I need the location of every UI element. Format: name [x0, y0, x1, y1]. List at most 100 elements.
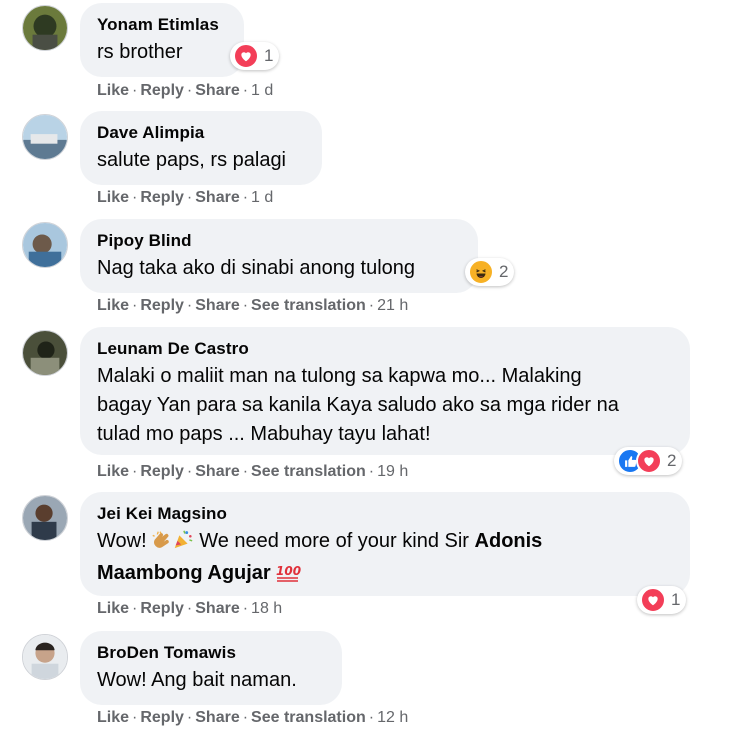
- share-link[interactable]: Share: [195, 600, 239, 617]
- like-link[interactable]: Like: [97, 189, 129, 206]
- like-link[interactable]: Like: [97, 709, 129, 726]
- comment-author[interactable]: Jei Kei Magsino: [97, 504, 672, 524]
- comment-actions: Like · Reply · Share · See translation · 21 h: [97, 297, 408, 315]
- separator: ·: [132, 189, 138, 206]
- avatar[interactable]: [22, 114, 68, 160]
- comment-bubble: Yonam Etimlas rs brother: [80, 3, 244, 77]
- reply-link[interactable]: Reply: [140, 82, 184, 99]
- reply-link[interactable]: Reply: [140, 709, 184, 726]
- reply-link[interactable]: Reply: [140, 463, 184, 480]
- heart-reaction-icon: [636, 448, 662, 474]
- comment-text: salute paps, rs palagi: [97, 149, 287, 171]
- comment-author[interactable]: Pipoy Blind: [97, 231, 460, 251]
- separator: ·: [242, 297, 249, 314]
- separator: ·: [132, 600, 138, 617]
- comment-actions: Like · Reply · Share · 1 d: [97, 189, 273, 207]
- user-mention[interactable]: Adonis: [475, 530, 543, 552]
- reaction-count: 2: [667, 451, 677, 470]
- svg-text:100: 100: [276, 564, 301, 578]
- comment-text: rs brother: [97, 41, 183, 63]
- avatar-image: [23, 635, 67, 679]
- separator: ·: [132, 463, 138, 480]
- comment-text: Nag taka ako di sinabi anong tulong: [97, 257, 416, 279]
- reply-link[interactable]: Reply: [140, 189, 184, 206]
- separator: ·: [368, 463, 375, 480]
- reply-link[interactable]: Reply: [140, 600, 184, 617]
- separator: ·: [132, 297, 138, 314]
- comment-author[interactable]: BroDen Tomawis: [97, 643, 324, 663]
- reactions-summary[interactable]: 1: [637, 586, 687, 614]
- avatar[interactable]: [22, 222, 68, 268]
- reactions-summary[interactable]: 2: [614, 447, 683, 475]
- see-translation-link[interactable]: See translation: [251, 709, 366, 726]
- comment-text-middle: We need more of your kind Sir: [199, 530, 469, 552]
- heart-reaction-icon: [233, 43, 259, 69]
- clapping-hands-icon: [150, 528, 172, 559]
- separator: ·: [186, 600, 193, 617]
- like-link[interactable]: Like: [97, 463, 129, 480]
- reply-link[interactable]: Reply: [140, 297, 184, 314]
- like-link[interactable]: Like: [97, 82, 129, 99]
- avatar[interactable]: [22, 330, 68, 376]
- like-link[interactable]: Like: [97, 297, 129, 314]
- see-translation-link[interactable]: See translation: [251, 463, 366, 480]
- share-link[interactable]: Share: [195, 82, 239, 99]
- separator: ·: [186, 463, 193, 480]
- hundred-points-icon: 100: [275, 562, 301, 591]
- reactions-summary[interactable]: 2: [465, 258, 515, 286]
- separator: ·: [186, 297, 193, 314]
- separator: ·: [242, 82, 249, 99]
- share-link[interactable]: Share: [195, 189, 239, 206]
- comment-text-line-3: tulad mo paps ... Mabuhay tayu lahat!: [97, 423, 431, 445]
- party-popper-icon: [172, 528, 194, 559]
- comment-bubble: Dave Alimpia salute paps, rs palagi: [80, 111, 322, 185]
- separator: ·: [186, 709, 193, 726]
- timestamp[interactable]: 12 h: [377, 709, 408, 726]
- heart-reaction-icon: [640, 587, 666, 613]
- timestamp[interactable]: 1 d: [251, 82, 273, 99]
- separator: ·: [368, 297, 375, 314]
- haha-reaction-icon: [468, 259, 494, 285]
- comment-text-line-1: Wow! We need more of your kind Sir Adoni…: [97, 527, 672, 559]
- separator: ·: [242, 463, 249, 480]
- timestamp[interactable]: 21 h: [377, 297, 408, 314]
- avatar-image: [23, 223, 67, 267]
- separator: ·: [132, 82, 138, 99]
- comment-actions: Like · Reply · Share · 18 h: [97, 600, 282, 618]
- share-link[interactable]: Share: [195, 709, 239, 726]
- share-link[interactable]: Share: [195, 463, 239, 480]
- comment-bubble: Pipoy Blind Nag taka ako di sinabi anong…: [80, 219, 478, 293]
- timestamp[interactable]: 19 h: [377, 463, 408, 480]
- separator: ·: [368, 709, 375, 726]
- comment-text-line-2: Maambong Agujar 100: [97, 559, 672, 591]
- avatar[interactable]: [22, 634, 68, 680]
- separator: ·: [132, 709, 138, 726]
- comment-text-prefix: Wow!: [97, 530, 147, 552]
- comment-author[interactable]: Dave Alimpia: [97, 123, 304, 143]
- separator: ·: [242, 709, 249, 726]
- comment-text: Wow! Ang bait naman.: [97, 669, 297, 691]
- reaction-count: 1: [264, 46, 274, 65]
- comment-author[interactable]: Leunam De Castro: [97, 339, 672, 359]
- avatar-image: [23, 6, 67, 50]
- separator: ·: [242, 600, 249, 617]
- avatar[interactable]: [22, 5, 68, 51]
- comment-actions: Like · Reply · Share · See translation · 12 h: [97, 709, 408, 727]
- separator: ·: [242, 189, 249, 206]
- comment-author[interactable]: Yonam Etimlas: [97, 15, 226, 35]
- reaction-count: 1: [671, 590, 681, 609]
- separator: ·: [186, 82, 193, 99]
- separator: ·: [186, 189, 193, 206]
- user-mention[interactable]: Maambong Agujar: [97, 562, 271, 584]
- timestamp[interactable]: 1 d: [251, 189, 273, 206]
- reactions-summary[interactable]: 1: [230, 42, 280, 70]
- see-translation-link[interactable]: See translation: [251, 297, 366, 314]
- comment-actions: Like · Reply · Share · See translation · 19 h: [97, 463, 408, 481]
- avatar[interactable]: [22, 495, 68, 541]
- comment-text-line-1: Malaki o maliit man na tulong sa kapwa m…: [97, 365, 582, 387]
- avatar-image: [23, 115, 67, 159]
- timestamp[interactable]: 18 h: [251, 600, 282, 617]
- like-link[interactable]: Like: [97, 600, 129, 617]
- comment-bubble: Jei Kei Magsino Wow! We need more of you…: [80, 492, 690, 596]
- share-link[interactable]: Share: [195, 297, 239, 314]
